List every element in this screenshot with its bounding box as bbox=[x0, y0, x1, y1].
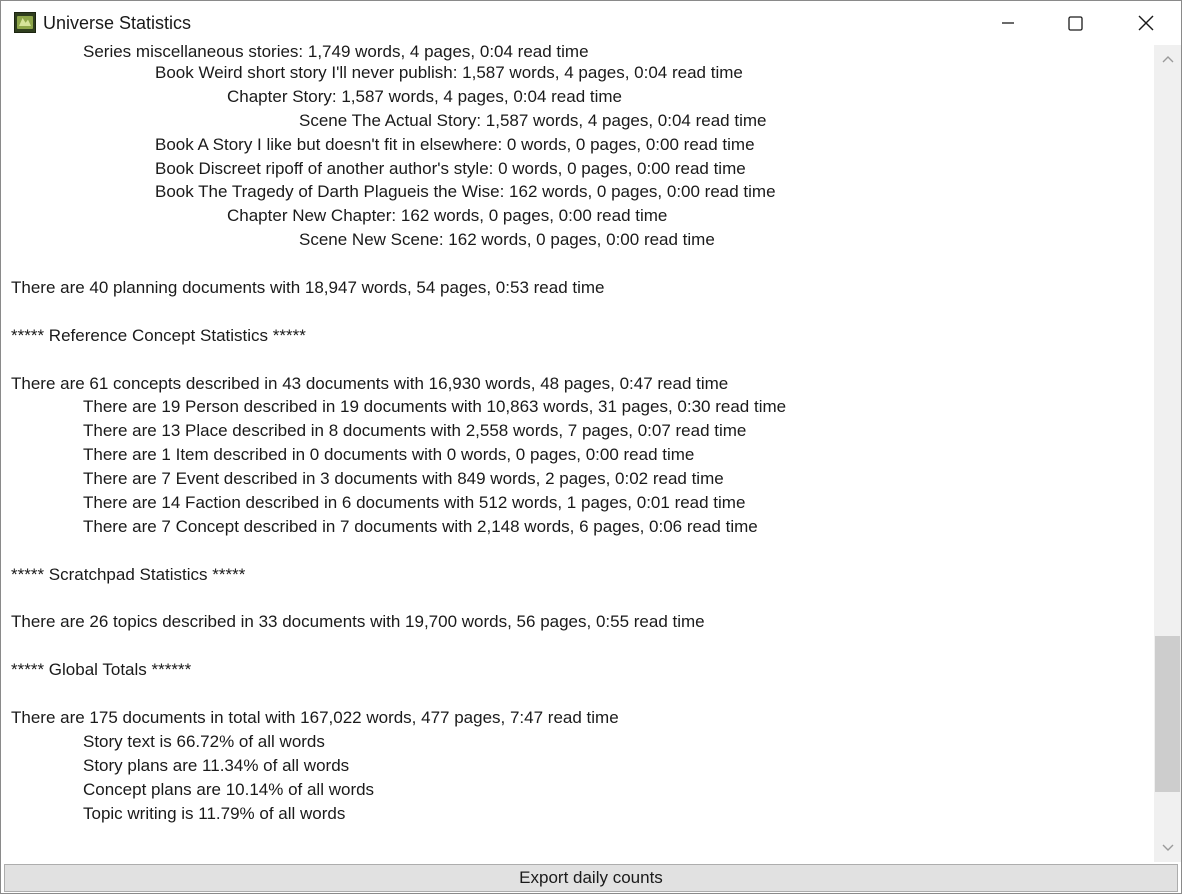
statistics-line: There are 7 Event described in 3 documen… bbox=[83, 469, 724, 489]
scroll-down-button[interactable] bbox=[1154, 834, 1181, 862]
statistics-line: Book Weird short story I'll never publis… bbox=[155, 63, 743, 82]
statistics-line: ***** Scratchpad Statistics ***** bbox=[11, 564, 246, 584]
statistics-line: There are 14 Faction described in 6 docu… bbox=[83, 493, 746, 513]
universe-statistics-window: Universe Statistics Series miscellaneous… bbox=[0, 0, 1182, 894]
maximize-icon bbox=[1067, 15, 1083, 31]
statistics-line: Book Discreet ripoff of another author's… bbox=[155, 158, 746, 178]
close-button[interactable] bbox=[1123, 1, 1169, 45]
minimize-icon bbox=[1002, 22, 1014, 24]
statistics-line: There are 175 documents in total with 16… bbox=[11, 708, 619, 728]
export-daily-counts-button[interactable]: Export daily counts bbox=[4, 864, 1178, 892]
statistics-text-area[interactable]: Series miscellaneous stories: 1,749 word… bbox=[1, 45, 1154, 862]
statistics-line: Story text is 66.72% of all words bbox=[83, 731, 325, 751]
statistics-line: Book The Tragedy of Darth Plagueis the W… bbox=[155, 182, 776, 202]
statistics-line: There are 61 concepts described in 43 do… bbox=[11, 373, 729, 393]
statistics-line: There are 1 Item described in 0 document… bbox=[83, 445, 695, 465]
title-bar[interactable]: Universe Statistics bbox=[1, 1, 1181, 45]
statistics-line: There are 26 topics described in 33 docu… bbox=[11, 612, 705, 632]
maximize-button[interactable] bbox=[1052, 1, 1098, 45]
statistics-line: Story plans are 11.34% of all words bbox=[83, 755, 350, 775]
minimize-button[interactable] bbox=[985, 1, 1031, 45]
statistics-line: There are 7 Concept described in 7 docum… bbox=[83, 516, 758, 536]
statistics-line: There are 13 Place described in 8 docume… bbox=[83, 421, 747, 441]
statistics-line: There are 19 Person described in 19 docu… bbox=[83, 397, 787, 417]
statistics-line: Chapter New Chapter: 162 words, 0 pages,… bbox=[227, 206, 668, 226]
vertical-scrollbar[interactable] bbox=[1154, 45, 1181, 862]
statistics-line: Scene New Scene: 162 words, 0 pages, 0:0… bbox=[299, 230, 715, 250]
scroll-thumb[interactable] bbox=[1155, 635, 1180, 792]
app-landscape-icon bbox=[14, 12, 36, 33]
chevron-down-icon bbox=[1162, 844, 1173, 851]
statistics-line: There are 40 planning documents with 18,… bbox=[11, 278, 605, 298]
statistics-line: ***** Global Totals ****** bbox=[11, 660, 192, 680]
statistics-line: Book A Story I like but doesn't fit in e… bbox=[155, 134, 755, 154]
statistics-line: Topic writing is 11.79% of all words bbox=[83, 803, 346, 823]
scroll-up-button[interactable] bbox=[1154, 45, 1181, 73]
close-icon bbox=[1138, 15, 1154, 31]
statistics-line: Concept plans are 10.14% of all words bbox=[83, 779, 375, 799]
statistics-line: Scene The Actual Story: 1,587 words, 4 p… bbox=[299, 110, 767, 130]
chevron-up-icon bbox=[1162, 56, 1173, 63]
statistics-line: Chapter Story: 1,587 words, 4 pages, 0:0… bbox=[227, 86, 623, 106]
window-title: Universe Statistics bbox=[43, 13, 192, 33]
statistics-line: ***** Reference Concept Statistics ***** bbox=[11, 325, 306, 345]
statistics-lines: Book Weird short story I'll never publis… bbox=[11, 61, 1141, 826]
